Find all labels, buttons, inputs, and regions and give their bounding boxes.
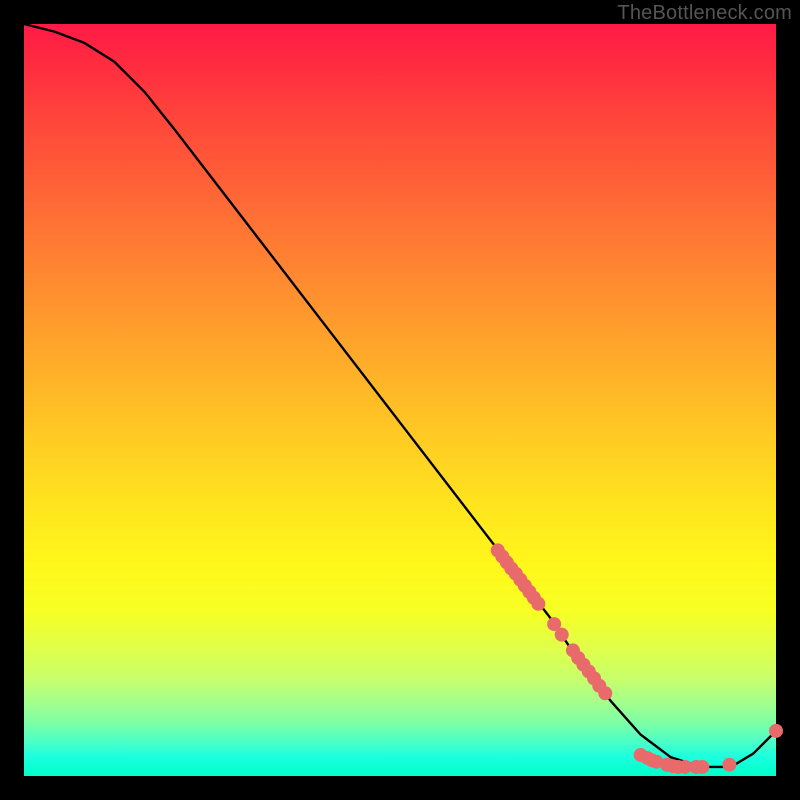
data-point — [695, 760, 709, 774]
data-points-group — [491, 543, 783, 774]
chart-stage: TheBottleneck.com — [0, 0, 800, 800]
plot-area — [24, 24, 776, 776]
bottleneck-curve — [24, 24, 776, 767]
data-point — [722, 758, 736, 772]
data-point — [555, 628, 569, 642]
data-point — [531, 597, 545, 611]
data-point — [598, 686, 612, 700]
chart-svg — [24, 24, 776, 776]
watermark-text: TheBottleneck.com — [617, 2, 792, 25]
data-point — [769, 724, 783, 738]
